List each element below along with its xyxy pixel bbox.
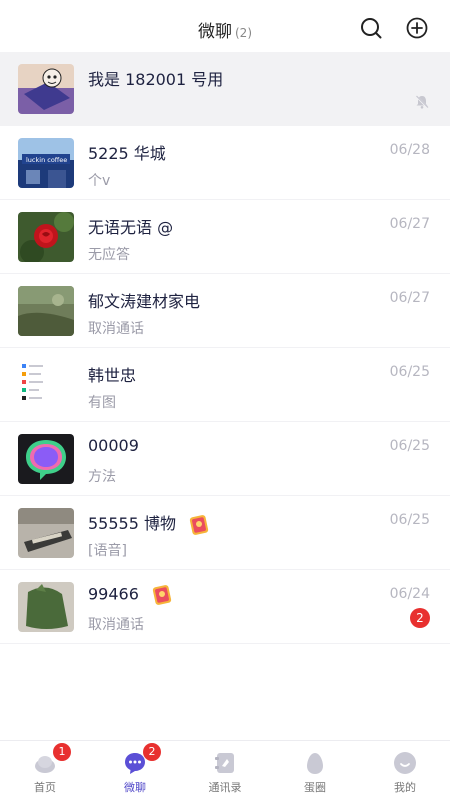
chat-name: 无语无语 @ [88,218,174,237]
chat-name: 韩世忠 [88,366,137,385]
svg-text:luckin coffee: luckin coffee [26,156,67,164]
chat-date: 06/27 [389,290,430,306]
avatar [18,360,74,410]
unread-badge: 2 [410,608,430,628]
tab-badge: 1 [53,743,71,761]
add-button[interactable] [405,16,429,40]
conversation-count: (2) [235,26,252,40]
bottom-tab-bar: 1 首页 2 微聊 通讯录 蛋圈 我的 [0,740,450,800]
chat-row-pinned[interactable]: 我是 182001 号用 [0,52,450,126]
chat-preview: 无应答 [88,247,130,263]
chat-preview: 个v [88,173,111,189]
chat-date: 06/25 [389,438,430,454]
egg-icon [307,753,323,774]
chat-name: 我是 182001 号用 [88,70,224,89]
chat-row[interactable]: 99466 取消通话 06/24 2 [0,570,450,644]
chat-name: 00009 [88,436,139,455]
chat-preview: 取消通话 [88,321,144,337]
mute-bell-icon [415,95,429,109]
chat-name-text: 99466 [88,584,139,604]
chat-preview: 有图 [88,395,116,411]
tab-badge: 2 [143,743,161,761]
tab-label: 通讯录 [208,781,242,794]
chat-name: 99466 [88,584,173,606]
search-icon [361,18,382,39]
avatar: luckin coffee [18,138,74,188]
avatar [18,508,74,558]
chat-row[interactable]: 55555 博物 [语音] 06/25 [0,496,450,570]
avatar [18,212,74,262]
chat-name: 郁文涛建材家电 [88,292,201,311]
chat-preview: [语音] [88,543,127,559]
chat-name: 5225 华城 [88,144,166,163]
chat-row[interactable]: 00009 方法 06/25 [0,422,450,496]
tab-contacts[interactable]: 通讯录 [180,741,270,800]
chat-row[interactable]: 郁文涛建材家电 取消通话 06/27 [0,274,450,348]
avatar [18,434,74,484]
avatar [18,286,74,336]
search-button[interactable] [359,16,383,40]
chat-date: 06/25 [389,512,430,528]
avatar [18,582,74,632]
tab-label: 微聊 [124,781,146,794]
chat-row[interactable]: luckin coffee 5225 华城 个v 06/28 [0,126,450,200]
plus-circle-icon [406,17,428,39]
chat-row[interactable]: 韩世忠 有图 06/25 [0,348,450,422]
chat-row[interactable]: 无语无语 @ 无应答 06/27 [0,200,450,274]
red-envelope-sticker-icon [152,585,172,605]
chat-date: 06/28 [389,142,430,158]
chat-preview: 取消通话 [88,617,144,633]
tab-chat[interactable]: 2 微聊 [90,741,180,800]
chat-list: 我是 182001 号用 luckin coffee 5225 华城 个v 06… [0,52,450,644]
top-bar: 微聊 (2) [0,0,450,56]
avatar [18,64,74,114]
page-title-text: 微聊 [198,22,232,42]
chat-name-text: 55555 博物 [88,514,176,533]
tab-home[interactable]: 1 首页 [0,741,90,800]
tab-egg-circle[interactable]: 蛋圈 [270,741,360,800]
tab-me[interactable]: 我的 [360,741,450,800]
profile-icon [394,752,416,774]
tab-label: 我的 [394,781,416,794]
chat-date: 06/27 [389,216,430,232]
contacts-icon [215,753,234,773]
tab-label: 蛋圈 [304,781,326,794]
chat-name: 55555 博物 [88,510,210,536]
chat-date: 06/24 [389,586,430,602]
red-envelope-sticker-icon [189,514,209,535]
tab-label: 首页 [34,781,56,794]
chat-date: 06/25 [389,364,430,380]
chat-preview: 方法 [88,469,116,485]
